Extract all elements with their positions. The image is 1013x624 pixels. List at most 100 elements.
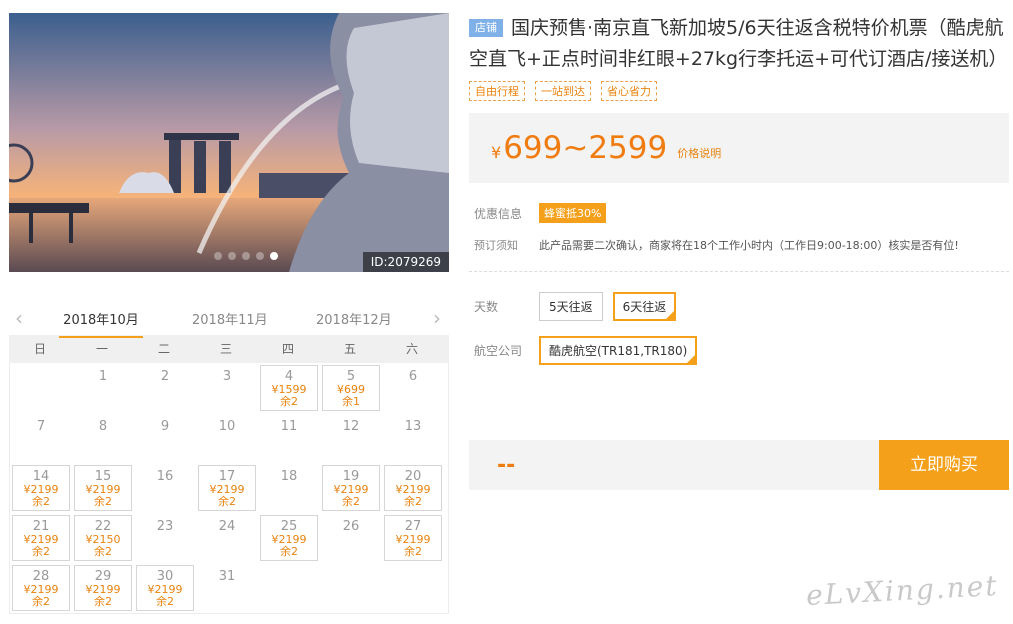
- day-stock: 余2: [342, 495, 360, 508]
- product-image[interactable]: ID:2079269: [9, 13, 449, 272]
- calendar-day-available[interactable]: 21 ¥2199 余2: [12, 515, 70, 561]
- days-row: 天数 5天往返 6天往返: [469, 292, 1009, 321]
- promo-badge: 蜂蜜抵30%: [539, 203, 607, 223]
- calendar-day-available[interactable]: 29 ¥2199 余2: [74, 565, 132, 611]
- calendar-day-available[interactable]: 14 ¥2199 余2: [12, 465, 70, 511]
- day-number: 1: [98, 369, 108, 384]
- calendar-day-available[interactable]: 30 ¥2199 余2: [136, 565, 194, 611]
- carousel-dot[interactable]: [242, 252, 250, 260]
- calendar-day-available[interactable]: 27 ¥2199 余2: [384, 515, 442, 561]
- day-stock: 余2: [94, 545, 112, 558]
- weekday-header: 日 一 二 三 四 五 六: [9, 335, 449, 363]
- weekday-label: 日: [33, 342, 46, 356]
- carousel-dot[interactable]: [256, 252, 264, 260]
- calendar-day: 8: [72, 413, 134, 463]
- calendar-day-available[interactable]: 20 ¥2199 余2: [384, 465, 442, 511]
- product-info: 店铺 国庆预售·南京直飞新加坡5/6天往返含税特价机票（酷虎航空直飞+正点时间非红…: [469, 13, 1009, 490]
- tab-month-nov[interactable]: 2018年11月: [192, 309, 268, 328]
- day-stock: 余2: [404, 545, 422, 558]
- chevron-left-icon[interactable]: ‹: [15, 306, 23, 330]
- divider: [469, 271, 1009, 272]
- calendar-day: 7: [10, 413, 72, 463]
- calendar-day: 1: [72, 363, 134, 413]
- carousel-dot[interactable]: [228, 252, 236, 260]
- day-number: 4: [284, 369, 294, 384]
- day-number: 19: [342, 469, 360, 484]
- currency-symbol: ¥: [491, 142, 502, 162]
- day-stock: 余2: [280, 545, 298, 558]
- calendar-day-available[interactable]: 4 ¥1599 余2: [260, 365, 318, 411]
- day-number: 27: [404, 519, 422, 534]
- day-number: 20: [404, 469, 422, 484]
- day-number: 5: [346, 369, 356, 384]
- day-number: 18: [280, 469, 298, 484]
- calendar-day: 11: [258, 413, 320, 463]
- calendar-day-available[interactable]: 28 ¥2199 余2: [12, 565, 70, 611]
- day-number: 2: [160, 369, 170, 384]
- calendar-day: 13: [382, 413, 444, 463]
- day-number: 21: [32, 519, 50, 534]
- feature-tags: 自由行程 一站到达 省心省力: [469, 81, 1009, 101]
- feature-tag: 一站到达: [535, 81, 591, 101]
- promo-label: 优惠信息: [474, 206, 523, 221]
- airline-option[interactable]: 酷虎航空(TR181,TR180): [539, 336, 698, 365]
- calendar-day-available[interactable]: 17 ¥2199 余2: [198, 465, 256, 511]
- notice-label: 预订须知: [474, 239, 518, 252]
- day-number: 31: [218, 569, 236, 584]
- notice-row: 预订须知 此产品需要二次确认，商家将在18个工作小时内（工作日9:00-18:0…: [469, 237, 1009, 253]
- tab-month-dec[interactable]: 2018年12月: [316, 309, 392, 328]
- price-box: ¥ 699~2599 价格说明: [469, 113, 1009, 183]
- calendar-day: 23: [134, 513, 196, 563]
- day-option-6[interactable]: 6天往返: [612, 292, 677, 321]
- calendar-day-available[interactable]: 15 ¥2199 余2: [74, 465, 132, 511]
- days-label: 天数: [474, 300, 499, 314]
- calendar-day: 9: [134, 413, 196, 463]
- calendar-day-available[interactable]: 22 ¥2150 余2: [74, 515, 132, 561]
- day-number: 17: [218, 469, 236, 484]
- calendar-day: 18: [258, 463, 320, 513]
- day-number: 16: [156, 469, 174, 484]
- day-number: 8: [98, 419, 108, 434]
- calendar-day: [10, 363, 72, 413]
- calendar-day: 2: [134, 363, 196, 413]
- price-note-link[interactable]: 价格说明: [677, 145, 721, 161]
- airline-label: 航空公司: [474, 344, 523, 358]
- day-stock: 余2: [280, 395, 298, 408]
- day-number: 23: [156, 519, 174, 534]
- total-price-area: --: [469, 440, 879, 490]
- weekday-label: 四: [281, 342, 294, 356]
- day-number: 26: [342, 519, 360, 534]
- calendar-day-available[interactable]: 5 ¥699 余1: [322, 365, 380, 411]
- day-stock: 余2: [94, 595, 112, 608]
- day-stock: 余1: [342, 395, 360, 408]
- total-price: --: [497, 452, 516, 478]
- carousel-dot[interactable]: [270, 252, 278, 260]
- carousel-dot[interactable]: [214, 252, 222, 260]
- day-number: 24: [218, 519, 236, 534]
- buy-now-button[interactable]: 立即购买: [879, 440, 1009, 490]
- calendar-day-available[interactable]: 19 ¥2199 余2: [322, 465, 380, 511]
- calendar-day-available[interactable]: 25 ¥2199 余2: [260, 515, 318, 561]
- weekday-label: 二: [157, 342, 170, 356]
- airline-row: 航空公司 酷虎航空(TR181,TR180): [469, 336, 1009, 365]
- calendar-day: 26: [320, 513, 382, 563]
- day-number: 15: [94, 469, 112, 484]
- day-number: 14: [32, 469, 50, 484]
- day-stock: 余2: [32, 595, 50, 608]
- feature-tag: 省心省力: [601, 81, 657, 101]
- buy-bar: -- 立即购买: [469, 440, 1009, 490]
- weekday-label: 五: [343, 342, 356, 356]
- month-switcher: ‹ 2018年10月 2018年11月 2018年12月 ›: [9, 299, 449, 338]
- day-option-5[interactable]: 5天往返: [539, 292, 603, 321]
- day-number: 22: [94, 519, 112, 534]
- price-range: 699~2599: [503, 130, 668, 166]
- day-stock: 余2: [94, 495, 112, 508]
- image-id-label: ID:2079269: [362, 252, 449, 272]
- day-stock: 余2: [32, 545, 50, 558]
- merlion-photo: [9, 13, 449, 272]
- calendar-day: 24: [196, 513, 258, 563]
- chevron-right-icon[interactable]: ›: [433, 306, 441, 330]
- notice-text: 此产品需要二次确认，商家将在18个工作小时内（工作日9:00-18:00）核实是…: [539, 239, 959, 252]
- tab-month-oct[interactable]: 2018年10月: [59, 309, 143, 338]
- day-number: 25: [280, 519, 298, 534]
